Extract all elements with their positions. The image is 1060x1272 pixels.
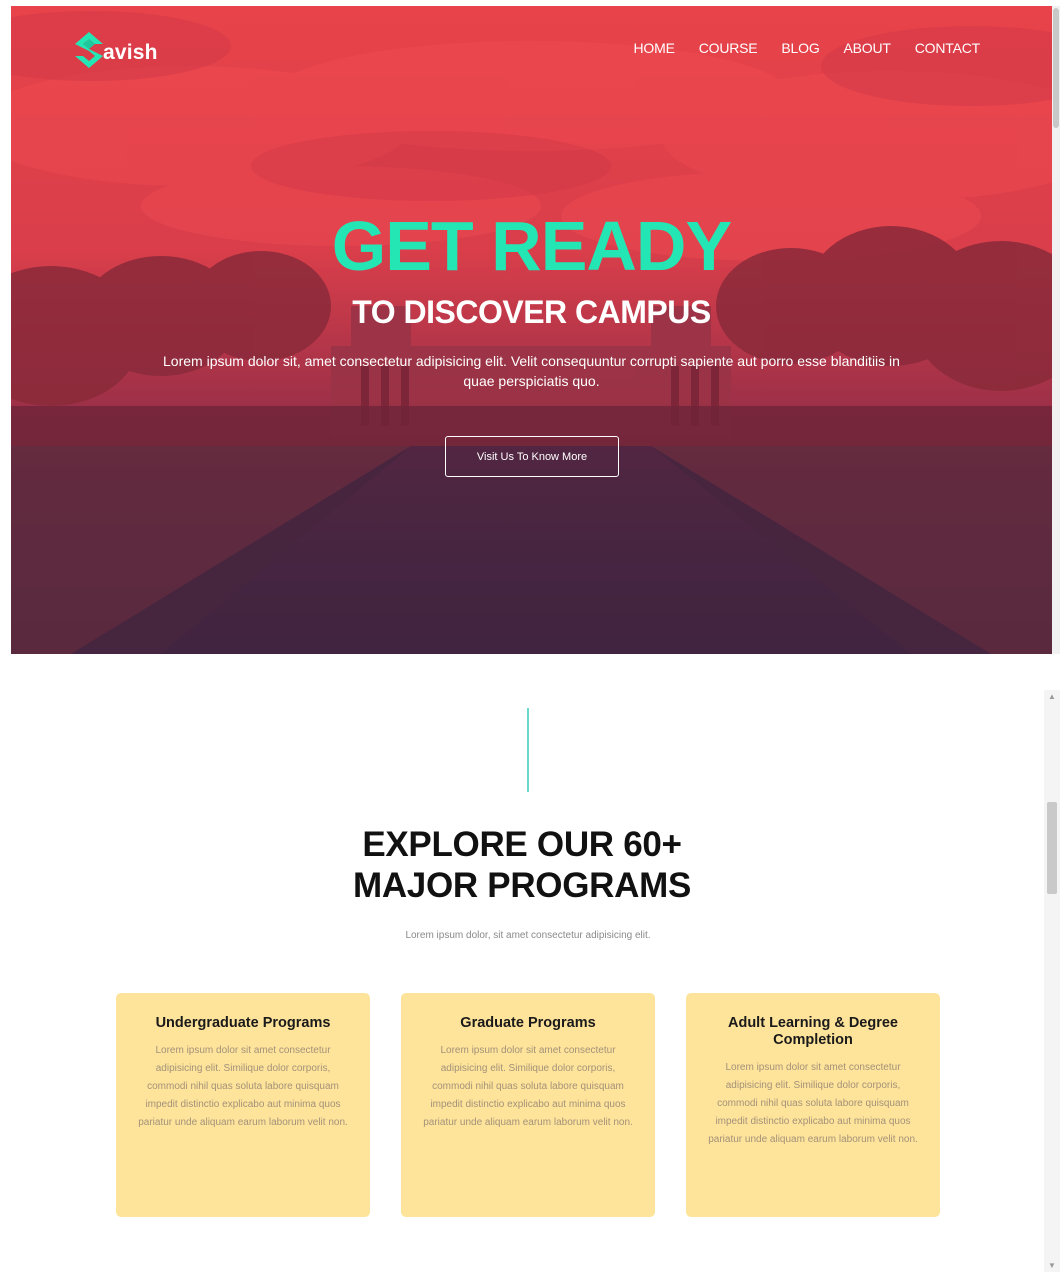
logo-s-icon	[75, 32, 103, 68]
program-card-text: Lorem ipsum dolor sit amet consectetur a…	[423, 1045, 633, 1128]
nav-blog[interactable]: BLOG	[781, 40, 819, 56]
program-card-title: Undergraduate Programs	[155, 1015, 331, 1031]
programs-title-line2: MAJOR PROGRAMS	[352, 866, 692, 905]
top-navigation: avish HOME COURSE BLOG ABOUT CONTACT	[11, 6, 1052, 96]
section-divider-line	[527, 708, 529, 792]
scroll-down-arrow-icon[interactable]: ▼	[1048, 1261, 1056, 1270]
program-card-graduate[interactable]: Graduate Programs Lorem ipsum dolor sit …	[401, 993, 655, 1217]
nav-contact[interactable]: CONTACT	[915, 40, 980, 56]
main-menu: HOME COURSE BLOG ABOUT CONTACT	[634, 40, 981, 56]
page-scrollbar[interactable]: ▲ ▼	[1044, 690, 1060, 1272]
hero-section: avish HOME COURSE BLOG ABOUT CONTACT GET…	[11, 6, 1052, 654]
program-card-title: Graduate Programs	[460, 1015, 596, 1031]
hero-title: GET READY	[331, 207, 732, 285]
programs-title-line1: EXPLORE OUR 60+	[362, 825, 682, 864]
logo-text: avish	[103, 41, 158, 64]
hero-subtitle: TO DISCOVER CAMPUS	[352, 294, 711, 330]
program-card-undergraduate[interactable]: Undergraduate Programs Lorem ipsum dolor…	[116, 993, 370, 1217]
programs-description: Lorem ipsum dolor, sit amet consectetur …	[405, 930, 651, 941]
nav-about[interactable]: ABOUT	[844, 40, 891, 56]
program-card-adult-learning[interactable]: Adult Learning & Degree Completion Lorem…	[686, 993, 940, 1217]
programs-title: EXPLORE OUR 60+ MAJOR PROGRAMS	[0, 824, 1044, 906]
page-scrollbar-thumb[interactable]	[1047, 802, 1057, 894]
hero-description: Lorem ipsum dolor sit, amet consectetur …	[163, 353, 900, 389]
program-card-title: Adult Learning & Degree Completion	[728, 1015, 898, 1048]
site-logo[interactable]: avish	[73, 30, 158, 70]
program-card-text: Lorem ipsum dolor sit amet consectetur a…	[138, 1045, 348, 1128]
visit-us-button[interactable]: Visit Us To Know More	[445, 436, 619, 477]
program-card-text: Lorem ipsum dolor sit amet consectetur a…	[708, 1062, 918, 1145]
scroll-up-arrow-icon[interactable]: ▲	[1048, 692, 1056, 701]
nav-course[interactable]: COURSE	[699, 40, 758, 56]
hero-scrollbar[interactable]	[1052, 6, 1060, 654]
programs-section: EXPLORE OUR 60+ MAJOR PROGRAMS Lorem ips…	[0, 690, 1044, 1272]
nav-home[interactable]: HOME	[634, 40, 675, 56]
hero-scrollbar-thumb[interactable]	[1053, 8, 1059, 128]
